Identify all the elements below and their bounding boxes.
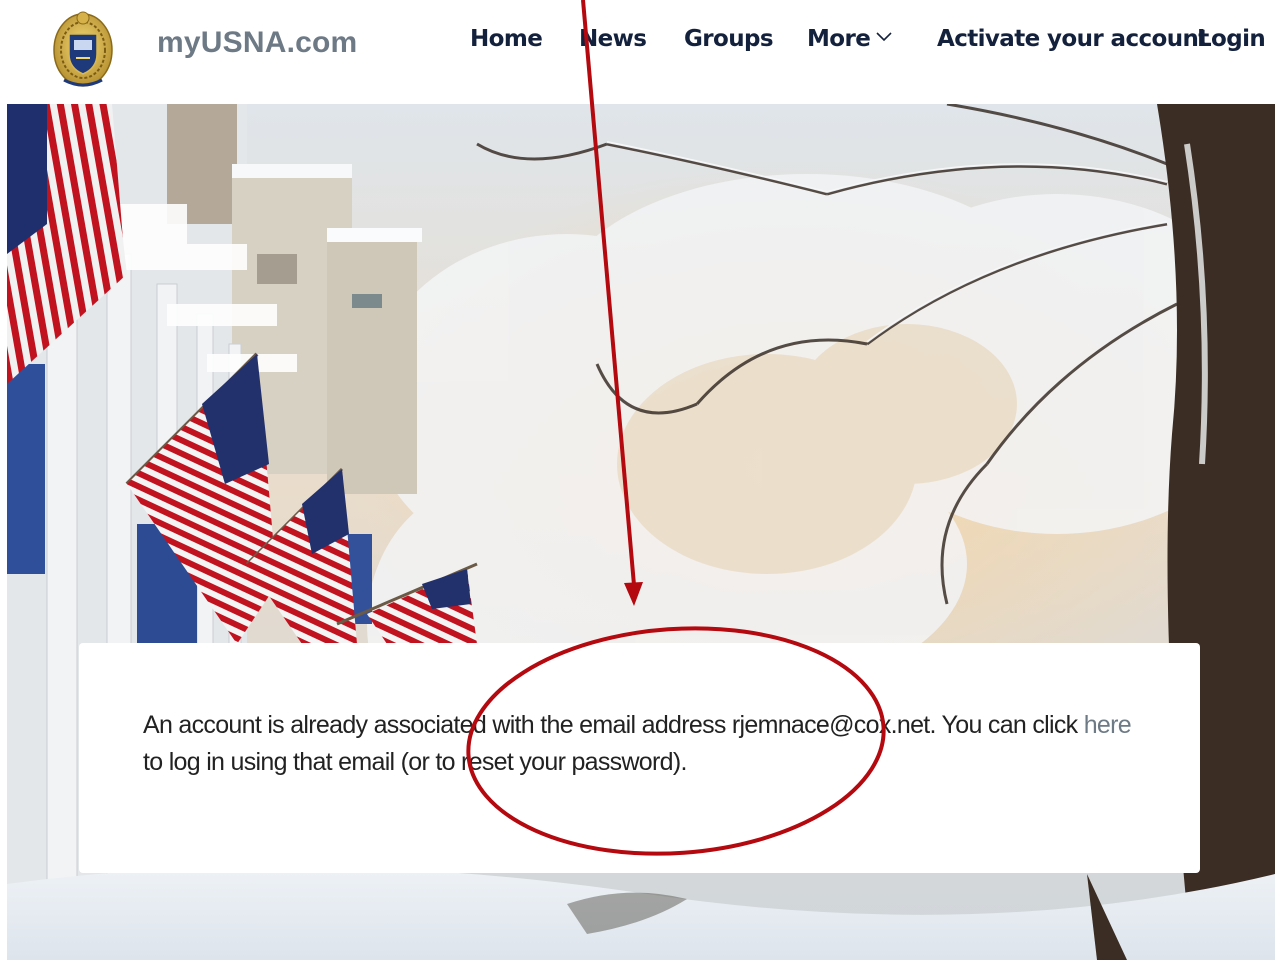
nav-groups[interactable]: Groups [684,26,774,52]
message-text-part1: An account is already associated with th… [143,711,1084,739]
site-header: myUSNA.com Home News Groups More Activat… [0,0,1275,104]
login-here-link[interactable]: here [1084,711,1132,739]
site-name[interactable]: myUSNA.com [157,26,357,60]
nav-news[interactable]: News [579,26,647,52]
page: myUSNA.com Home News Groups More Activat… [0,0,1275,960]
nav-login[interactable]: Login [1197,26,1266,52]
nav-activate-account[interactable]: Activate your account [937,26,1209,52]
nav-more[interactable]: More [807,26,892,52]
usna-crest-icon[interactable] [50,6,116,90]
nav-home[interactable]: Home [470,26,543,52]
message-text-part2: to log in using that email (or to reset … [143,748,687,776]
account-exists-card: An account is already associated with th… [79,643,1200,873]
chevron-down-icon [876,31,892,41]
account-exists-message: An account is already associated with th… [143,707,1153,781]
nav-more-label: More [807,26,871,52]
